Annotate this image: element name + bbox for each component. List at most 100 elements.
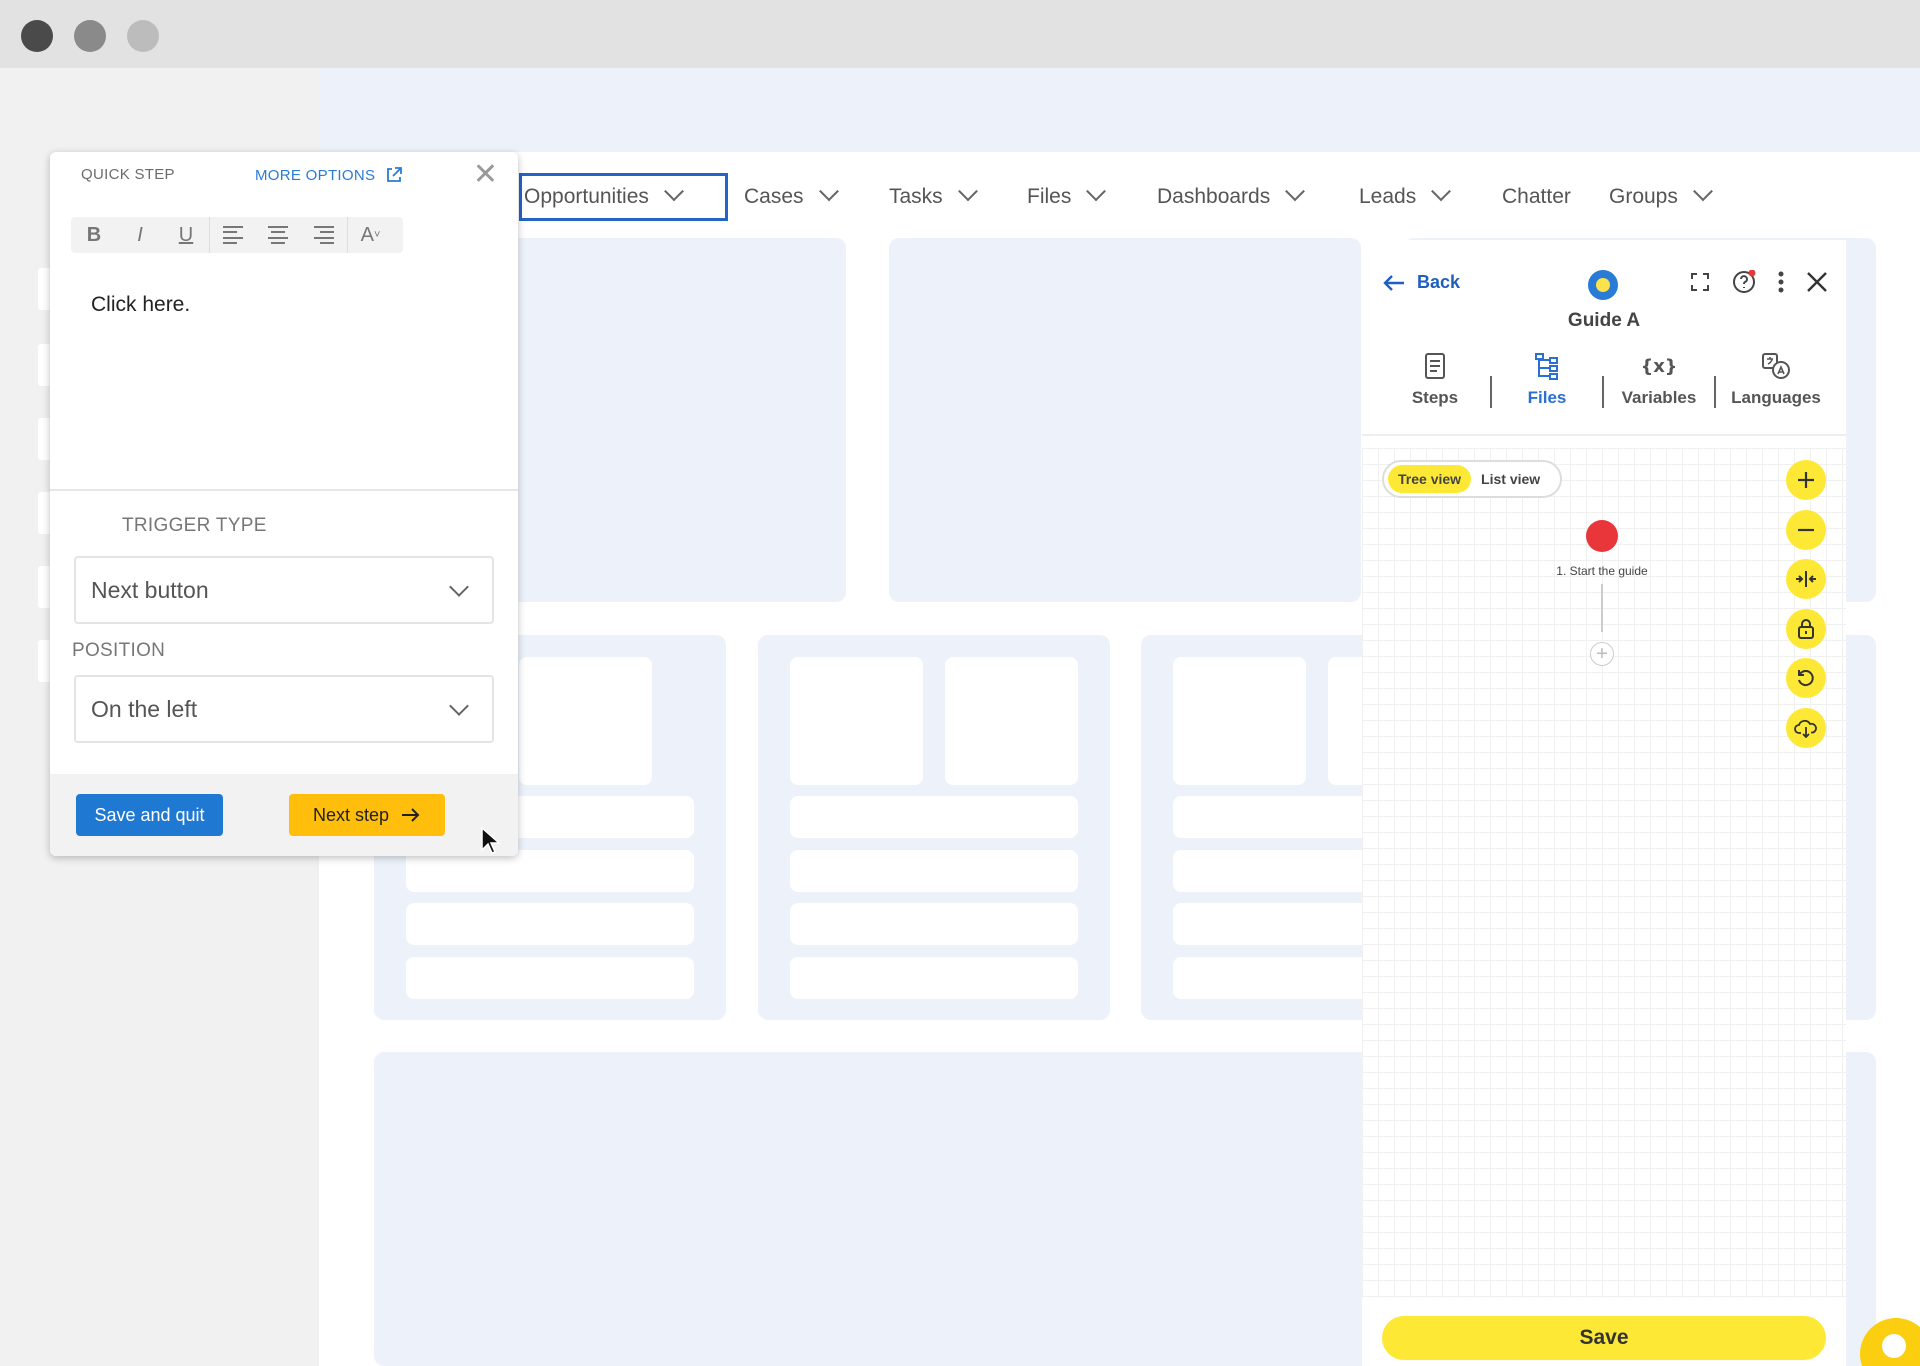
chevron-down-icon — [1086, 181, 1107, 202]
text-format-toolbar: B I U A ˅ — [71, 217, 403, 253]
underline-icon[interactable]: U — [163, 217, 209, 253]
tab-separator — [1602, 376, 1604, 408]
position-value: On the left — [91, 695, 198, 722]
chevron-down-icon — [449, 696, 469, 716]
nav-cases[interactable]: Cases — [744, 173, 839, 221]
nav-label: Cases — [744, 185, 804, 208]
close-icon[interactable] — [1806, 271, 1828, 293]
add-step-button[interactable]: + — [1590, 642, 1614, 666]
quick-step-panel: QUICK STEP MORE OPTIONS ✕ B I U A ˅ Click… — [50, 152, 518, 856]
chevron-down-icon — [1692, 181, 1713, 202]
arrow-left-icon — [1383, 274, 1404, 291]
tab-label: Languages — [1731, 388, 1821, 407]
reset-button[interactable] — [1786, 658, 1826, 698]
italic-icon[interactable]: I — [117, 217, 163, 253]
quick-step-footer: Save and quit Next step — [50, 774, 518, 856]
tab-files[interactable]: Files — [1497, 352, 1597, 408]
font-size-icon[interactable]: A ˅ — [347, 217, 393, 253]
nav-files[interactable]: Files — [1027, 173, 1107, 221]
more-options-label: MORE OPTIONS — [255, 166, 376, 184]
align-left-icon[interactable] — [209, 217, 255, 253]
tab-label: Variables — [1621, 388, 1697, 407]
plus-icon: + — [1596, 642, 1608, 665]
nav-label: Chatter — [1502, 185, 1571, 208]
fit-view-button[interactable] — [1786, 559, 1826, 599]
zoom-out-button[interactable] — [1786, 510, 1826, 550]
placeholder-card — [500, 238, 846, 602]
lock-icon — [1798, 619, 1814, 639]
tab-steps[interactable]: Steps — [1385, 352, 1485, 408]
tree-view-toggle[interactable]: Tree view — [1388, 465, 1472, 493]
save-button[interactable]: Save — [1382, 1316, 1826, 1360]
start-node[interactable] — [1586, 520, 1618, 552]
align-center-icon[interactable] — [255, 217, 301, 253]
tree-canvas[interactable]: Tree view List view 1. Start the guide + — [1362, 448, 1846, 1298]
divider — [50, 489, 518, 491]
chevron-down-icon — [1431, 181, 1452, 202]
maximize-window-icon[interactable] — [127, 20, 159, 52]
step-content-editor[interactable]: Click here. — [91, 293, 190, 317]
nav-leads[interactable]: Leads — [1359, 173, 1452, 221]
nav-label: Groups — [1609, 185, 1678, 208]
external-link-icon — [387, 167, 403, 182]
align-right-icon[interactable] — [301, 217, 347, 253]
nav-label: Tasks — [889, 185, 943, 208]
nav-label: Dashboards — [1157, 185, 1271, 208]
chevron-down-icon — [664, 181, 684, 202]
languages-icon — [1762, 353, 1790, 379]
position-label: POSITION — [72, 640, 166, 661]
nav-label: Leads — [1359, 185, 1417, 208]
files-tree-icon — [1535, 353, 1558, 380]
more-options-link[interactable]: MORE OPTIONS — [255, 166, 403, 184]
fullscreen-icon[interactable] — [1690, 272, 1710, 292]
placeholder-card — [758, 635, 1110, 1020]
tab-label: Files — [1527, 388, 1567, 407]
tab-languages[interactable]: Languages — [1721, 352, 1831, 408]
minimize-window-icon[interactable] — [74, 20, 106, 52]
compress-icon — [1796, 571, 1816, 587]
mouse-cursor-icon — [481, 826, 501, 854]
close-icon[interactable]: ✕ — [473, 160, 498, 190]
nav-chatter[interactable]: Chatter — [1502, 173, 1571, 221]
bold-icon[interactable]: B — [71, 217, 117, 253]
tab-label: Steps — [1411, 388, 1459, 407]
chevron-down-icon — [1285, 181, 1306, 202]
more-vertical-icon[interactable] — [1778, 271, 1784, 293]
nav-groups[interactable]: Groups — [1609, 173, 1713, 221]
back-label: Back — [1417, 272, 1461, 292]
variables-icon: {x} — [1643, 356, 1675, 377]
nav-opportunities[interactable]: Opportunities — [519, 173, 728, 221]
cloud-download-icon — [1794, 719, 1817, 738]
trigger-type-label: TRIGGER TYPE — [122, 515, 267, 536]
chevron-down-icon — [957, 181, 978, 202]
refresh-icon — [1798, 670, 1814, 687]
tree-edge — [1601, 584, 1603, 632]
nav-label: Files — [1027, 185, 1072, 208]
svg-text:{x}: {x} — [1643, 356, 1675, 377]
chevron-down-icon — [818, 181, 839, 202]
nav-dashboards[interactable]: Dashboards — [1157, 173, 1306, 221]
help-icon[interactable] — [1732, 270, 1756, 294]
download-button[interactable] — [1786, 708, 1826, 748]
placeholder-card — [889, 238, 1361, 602]
start-node-label: 1. Start the guide — [1556, 564, 1648, 578]
chevron-down-icon — [449, 577, 469, 597]
plus-icon — [1798, 472, 1814, 488]
window-titlebar — [0, 0, 1920, 68]
back-button[interactable]: Back — [1383, 272, 1460, 293]
lock-button[interactable] — [1786, 609, 1826, 649]
position-select[interactable]: On the left — [74, 675, 494, 743]
guide-tabs: Steps Files {x} Variables Languages — [1362, 352, 1846, 436]
zoom-in-button[interactable] — [1786, 460, 1826, 500]
trigger-type-select[interactable]: Next button — [74, 556, 494, 624]
app-header — [319, 68, 1920, 152]
next-step-button[interactable]: Next step — [289, 794, 445, 836]
close-window-icon[interactable] — [21, 20, 53, 52]
quick-step-title: QUICK STEP — [81, 166, 175, 183]
tab-variables[interactable]: {x} Variables — [1609, 352, 1709, 408]
nav-tasks[interactable]: Tasks — [889, 173, 978, 221]
list-view-toggle[interactable]: List view — [1471, 465, 1550, 493]
nav-label: Opportunities — [524, 185, 649, 208]
steps-icon — [1425, 353, 1445, 379]
save-and-quit-button[interactable]: Save and quit — [76, 794, 223, 836]
